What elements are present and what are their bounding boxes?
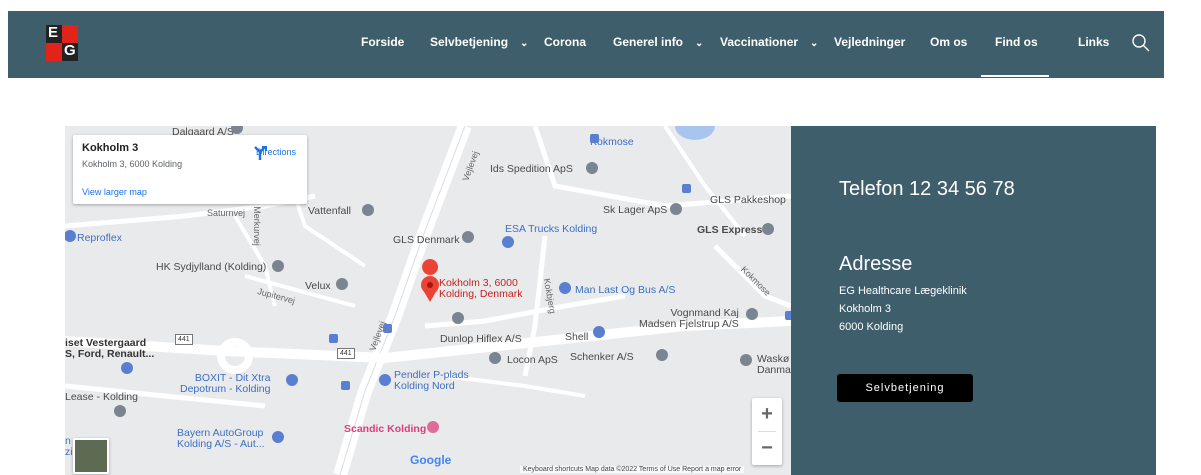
selvbetjening-button[interactable]: Selvbetjening <box>837 374 973 402</box>
nav-item-generel-info[interactable]: Generel info ⌄ <box>613 35 703 49</box>
zoom-in-button[interactable]: + <box>752 398 782 431</box>
location-pin-label: Kokholm 3, 6000 Kolding, Denmark <box>439 278 522 300</box>
poi-label-multiline[interactable]: Vognmand Kaj Madsen Fjelstrup A/S <box>639 308 739 330</box>
poi-label-multiline[interactable]: n zi <box>65 436 73 458</box>
poi-label[interactable]: HK Sydjylland (Kolding) <box>156 261 266 273</box>
road-number-badge: 441 <box>175 334 193 345</box>
contact-info-panel: Telefon 12 34 56 78 Adresse EG Healthcar… <box>791 126 1156 475</box>
nav-item-label: Find os <box>995 35 1038 49</box>
active-nav-indicator <box>981 75 1049 77</box>
nav-item-label: Om os <box>930 35 968 49</box>
poi-label[interactable]: Lease - Kolding <box>65 391 138 403</box>
nav-item-forside[interactable]: Forside <box>361 35 404 49</box>
poi-label-multiline[interactable]: Pendler P-plads Kolding Nord <box>394 370 469 392</box>
address-heading: Adresse <box>839 253 913 275</box>
place-address: Kokholm 3, 6000 Kolding <box>82 159 183 169</box>
chevron-down-icon[interactable]: ⌄ <box>810 38 818 49</box>
poi-line: Madsen Fjelstrup A/S <box>639 318 739 330</box>
poi-label[interactable]: Velux <box>305 280 331 292</box>
zoom-controls: + − <box>752 398 782 465</box>
nav-item-label: Corona <box>544 35 586 49</box>
nav-item-corona[interactable]: Corona <box>544 35 586 49</box>
poi-label[interactable]: Reproflex <box>77 232 122 244</box>
poi-line: Danma <box>757 364 791 376</box>
address-line-city: 6000 Kolding <box>839 321 904 333</box>
poi-line: zi <box>65 446 73 458</box>
poi-label[interactable]: GLS Express <box>697 224 762 236</box>
poi-label[interactable]: ESA Trucks Kolding <box>505 223 597 235</box>
poi-label[interactable]: Sk Lager ApS <box>603 204 667 216</box>
main-nav: Forside Selvbetjening ⌄ Corona Generel in… <box>8 11 1164 78</box>
poi-line: S, Ford, Renault... <box>65 348 155 360</box>
map-attribution[interactable]: Keyboard shortcuts Map data ©2022 Terms … <box>520 466 745 473</box>
chevron-down-icon[interactable]: ⌄ <box>520 38 528 49</box>
poi-label-multiline[interactable]: BOXIT - Dit Xtra Depotrum - Kolding <box>180 373 270 395</box>
poi-label[interactable]: Vattenfall <box>308 205 351 217</box>
poi-label-multiline[interactable]: Bayern AutoGroup Kolding A/S - Aut... <box>177 428 265 450</box>
poi-label[interactable]: GLS Denmark <box>393 234 460 246</box>
map-place-card: Kokholm 3 Kokholm 3, 6000 Kolding View l… <box>73 135 307 204</box>
poi-label[interactable]: GLS Pakkeshop <box>710 194 786 206</box>
road-label-merkurvej: Merkurvej <box>251 206 262 246</box>
nav-item-vaccinationer[interactable]: Vaccinationer ⌄ <box>720 35 818 49</box>
nav-item-label: Links <box>1078 35 1110 49</box>
road-number-badge: 441 <box>337 348 355 359</box>
road-label-saturnvej: Saturnvej <box>207 208 246 218</box>
nav-item-label: Selvbetjening <box>430 35 509 49</box>
nav-item-find-os[interactable]: Find os <box>995 35 1038 49</box>
nav-item-label: Vejledninger <box>834 35 906 49</box>
poi-label[interactable]: Scandic Kolding <box>344 423 426 435</box>
address-line-street: Kokholm 3 <box>839 303 891 315</box>
poi-label[interactable]: Dunlop Hiflex A/S <box>440 333 522 345</box>
top-navbar: E G Forside Selvbetjening ⌄ Corona Genere… <box>8 11 1164 78</box>
satellite-toggle[interactable] <box>73 438 109 474</box>
poi-line: Kolding A/S - Aut... <box>177 438 265 450</box>
poi-label[interactable]: Schenker A/S <box>570 351 634 363</box>
view-larger-map-link[interactable]: View larger map <box>82 187 147 197</box>
search-icon[interactable] <box>1131 33 1151 53</box>
nav-item-links[interactable]: Links <box>1078 35 1109 49</box>
poi-label[interactable]: Locon ApS <box>507 354 558 366</box>
poi-line: Kolding Nord <box>394 380 455 392</box>
poi-label-multiline[interactable]: Waskø Danma <box>757 354 791 376</box>
poi-line: Depotrum - Kolding <box>180 383 271 395</box>
place-title: Kokholm 3 <box>82 142 139 154</box>
directions-button[interactable]: Directions <box>252 145 300 160</box>
nav-item-label: Vaccinationer <box>720 35 799 49</box>
google-map[interactable]: Vejlevej Vejlevej Saturnvej Merkurvej Ju… <box>65 126 791 475</box>
nav-item-om-os[interactable]: Om os <box>930 35 967 49</box>
google-logo: Google <box>410 453 452 467</box>
nav-item-label: Generel info <box>613 35 684 49</box>
poi-label[interactable]: Man Last Og Bus A/S <box>575 284 675 296</box>
address-line-clinic: EG Healthcare Lægeklinik <box>839 285 967 297</box>
chevron-down-icon[interactable]: ⌄ <box>695 38 703 49</box>
nav-item-vejledninger[interactable]: Vejledninger <box>834 35 905 49</box>
poi-label[interactable]: Shell <box>565 331 588 343</box>
pin-label-line2: Kolding, Denmark <box>439 288 523 300</box>
poi-label-multiline[interactable]: iset Vestergaard S, Ford, Renault... <box>65 338 154 360</box>
nav-item-selvbetjening[interactable]: Selvbetjening ⌄ <box>430 35 528 49</box>
directions-icon <box>254 146 267 160</box>
phone-number: Telefon 12 34 56 78 <box>839 178 1015 200</box>
poi-label[interactable]: Ids Spedition ApS <box>490 163 573 175</box>
nav-item-label: Forside <box>361 35 405 49</box>
poi-label[interactable]: Kokmose <box>590 136 634 148</box>
zoom-out-button[interactable]: − <box>752 432 782 465</box>
